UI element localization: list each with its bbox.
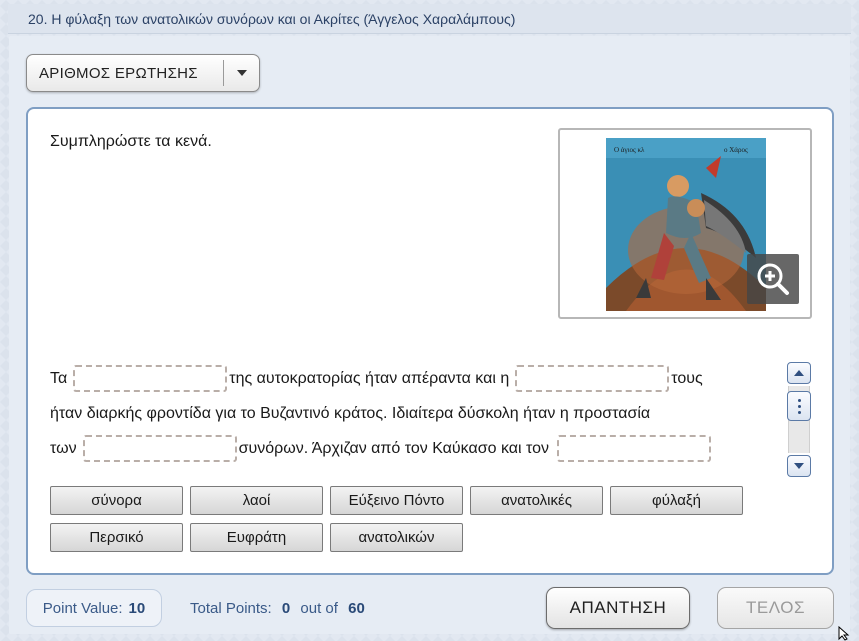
word-chip[interactable]: σύνορα	[50, 486, 183, 515]
text-segment: Τα	[50, 369, 68, 387]
mouse-cursor-icon	[838, 626, 850, 641]
word-chip[interactable]: ανατολικές	[470, 486, 603, 515]
scroll-down-button[interactable]	[787, 455, 811, 477]
drop-blank-1[interactable]	[73, 365, 228, 392]
zoom-button[interactable]	[747, 254, 799, 304]
instruction-text: Συμπληρώστε τα κενά.	[50, 133, 212, 150]
arrow-up-icon	[794, 370, 804, 376]
scroll-up-button[interactable]	[787, 362, 811, 384]
word-chip[interactable]: Περσικό	[50, 523, 183, 552]
word-chip[interactable]: λαοί	[190, 486, 323, 515]
out-of-label: out of	[300, 600, 338, 617]
text-scrollbar[interactable]	[787, 362, 811, 477]
drop-blank-2[interactable]	[515, 365, 670, 392]
total-points-label: Total Points:	[190, 600, 272, 617]
scrollbar-thumb[interactable]	[787, 391, 811, 421]
drop-blank-3[interactable]	[82, 435, 237, 462]
akritas-icon-image: Ο άγιος κλ ο Χάρος	[606, 138, 766, 311]
word-chip[interactable]: ανατολικών	[330, 523, 463, 552]
question-panel: Συμπληρώστε τα κενά. Ο άγιος κλ ο Χάρος	[26, 107, 834, 575]
fill-in-text: Τα της αυτοκρατορίας ήταν απέραντα και η…	[50, 361, 784, 466]
total-points: Total Points: 0 out of 60	[190, 600, 365, 617]
text-segment: συνόρων. Άρχιζαν από τον Καύκασο και τον	[238, 439, 549, 457]
total-points-value: 0	[281, 600, 291, 617]
text-segment: ήταν διαρκής φροντίδα για το Βυζαντινό κ…	[50, 404, 651, 422]
point-value: 10	[128, 599, 146, 617]
question-number-label: ΑΡΙΘΜΟΣ ΕΡΩΤΗΣΗΣ	[39, 64, 198, 82]
image-caption-right: ο Χάρος	[724, 146, 748, 154]
word-chip[interactable]: Ευφράτη	[190, 523, 323, 552]
word-chip[interactable]: Εύξεινο Πόντο	[330, 486, 463, 515]
max-points-value: 60	[348, 600, 365, 617]
text-segment: της αυτοκρατορίας ήταν απέραντα και η	[229, 369, 510, 387]
window-title: 20. Η φύλαξη των ανατολικών συνόρων και …	[8, 4, 851, 34]
point-value-badge: Point Value: 10	[26, 589, 162, 627]
zoom-in-icon	[757, 263, 789, 295]
arrow-down-icon	[794, 463, 804, 469]
text-segment: των	[50, 439, 77, 457]
chevron-down-icon[interactable]	[224, 70, 259, 76]
text-segment: τους	[671, 369, 703, 387]
text-line-3: των συνόρων. Άρχιζαν από τον Καύκασο και…	[50, 431, 784, 466]
drop-blank-4[interactable]	[557, 435, 711, 462]
text-line-1: Τα της αυτοκρατορίας ήταν απέραντα και η…	[50, 361, 784, 396]
answer-button[interactable]: ΑΠΑΝΤΗΣΗ	[546, 587, 690, 629]
question-number-dropdown[interactable]: ΑΡΙΘΜΟΣ ΕΡΩΤΗΣΗΣ	[26, 54, 260, 92]
word-chip[interactable]: φύλαξή	[610, 486, 743, 515]
image-caption-left: Ο άγιος κλ	[614, 146, 645, 154]
text-line-2: ήταν διαρκής φροντίδα για το Βυζαντινό κ…	[50, 396, 784, 431]
end-button[interactable]: ΤΕΛΟΣ	[717, 587, 834, 629]
question-image-frame: Ο άγιος κλ ο Χάρος	[558, 128, 812, 319]
point-value-label: Point Value:	[42, 599, 123, 617]
